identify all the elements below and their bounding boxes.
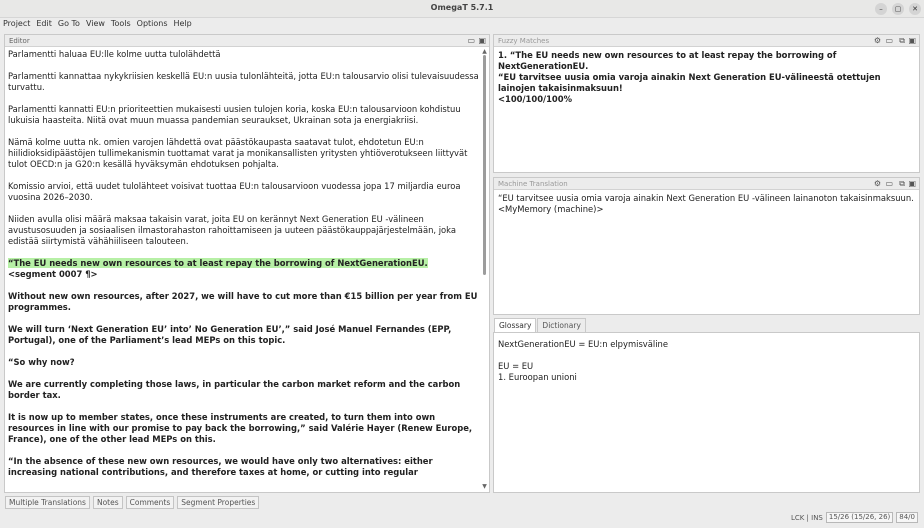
active-segment-source[interactable]: “The EU needs new own resources to at le… — [8, 258, 428, 268]
char-count-status: 84/0 — [896, 512, 918, 523]
tab-dictionary[interactable]: Dictionary — [537, 318, 586, 332]
mt-title: Machine Translation — [498, 180, 568, 188]
gear-icon[interactable]: ⚙ — [874, 36, 881, 46]
menu-goto[interactable]: Go To — [58, 18, 80, 30]
mt-provider: <MyMemory (machine)> — [498, 204, 604, 214]
maximize-icon[interactable]: ▢ — [892, 3, 904, 15]
tab-segment-properties[interactable]: Segment Properties — [177, 496, 260, 509]
editor-paragraph[interactable]: “In the absence of these new own resourc… — [8, 456, 479, 478]
scroll-thumb[interactable] — [483, 55, 486, 275]
glossary-entry: EU = EU — [498, 361, 534, 371]
editor-paragraph[interactable]: It is now up to member states, once thes… — [8, 412, 479, 445]
glossary-pane: NextGenerationEU = EU:n elpymisväline EU… — [493, 332, 920, 493]
editor-paragraph[interactable]: Komissio arvioi, että uudet tulolähteet … — [8, 181, 479, 203]
fuzzy-matches-pane: Fuzzy Matches ⚙ ▭ ⧉ ▣ 1. “The EU needs n… — [493, 34, 920, 173]
maximize-pane-icon[interactable]: ▣ — [478, 36, 486, 46]
progress-status: 15/26 (15/26, 26) — [825, 512, 894, 523]
menu-bar: Project Edit Go To View Tools Options He… — [0, 18, 924, 30]
glossary-tabs: Glossary Dictionary — [494, 318, 587, 332]
editor-title: Editor — [9, 37, 30, 45]
active-segment[interactable]: “The EU needs new own resources to at le… — [8, 258, 479, 280]
tab-notes[interactable]: Notes — [92, 496, 123, 509]
minimize-pane-icon[interactable]: ▭ — [467, 36, 475, 46]
editor-pane: Editor ▭ ▣ Parlamentti haluaa EU:lle kol… — [4, 34, 490, 493]
editor-header: Editor ▭ ▣ — [5, 35, 489, 47]
lock-insert-status: LCK | INS — [790, 513, 823, 522]
editor-paragraph[interactable]: We are currently completing those laws, … — [8, 379, 479, 401]
machine-translation-pane: Machine Translation ⚙ ▭ ⧉ ▣ “EU tarvitse… — [493, 177, 920, 315]
menu-view[interactable]: View — [86, 18, 105, 30]
undock-icon[interactable]: ⧉ — [899, 36, 905, 46]
editor-paragraph[interactable]: Parlamentti haluaa EU:lle kolme uutta tu… — [8, 49, 479, 60]
tab-comments[interactable]: Comments — [125, 496, 175, 509]
menu-options[interactable]: Options — [137, 18, 168, 30]
fuzzy-content[interactable]: 1. “The EU needs new own resources to at… — [498, 50, 915, 105]
minimize-icon[interactable]: – — [875, 3, 887, 15]
menu-help[interactable]: Help — [174, 18, 192, 30]
dock-icon[interactable]: ▭ — [885, 179, 893, 189]
editor-paragraph[interactable]: Parlamentti kannattaa nykykriisien keske… — [8, 71, 479, 93]
editor-paragraph[interactable]: We will turn ‘Next Generation EU’ into’ … — [8, 324, 479, 346]
fuzzy-source: 1. “The EU needs new own resources to at… — [498, 50, 837, 71]
glossary-content[interactable]: NextGenerationEU = EU:n elpymisväline EU… — [498, 339, 915, 383]
title-bar: OmegaT 5.7.1 – ▢ ✕ — [0, 0, 924, 18]
editor-content[interactable]: Parlamentti haluaa EU:lle kolme uutta tu… — [8, 49, 479, 492]
glossary-entry: NextGenerationEU = EU:n elpymisväline — [498, 339, 669, 349]
mt-header: Machine Translation ⚙ ▭ ⧉ ▣ — [494, 178, 919, 190]
tab-multiple-translations[interactable]: Multiple Translations — [5, 496, 90, 509]
glossary-entry: 1. Euroopan unioni — [498, 372, 577, 382]
fuzzy-target: “EU tarvitsee uusia omia varoja ainakin … — [498, 72, 881, 93]
editor-paragraph[interactable]: Nämä kolme uutta nk. omien varojen lähde… — [8, 137, 479, 170]
editor-scrollbar[interactable]: ▲ ▼ — [481, 49, 488, 490]
segment-marker: <segment 0007 ¶> — [8, 269, 98, 279]
fuzzy-title: Fuzzy Matches — [498, 37, 550, 45]
fuzzy-score: <100/100/100% — [498, 94, 572, 104]
editor-paragraph[interactable]: Parlamentti kannatti EU:n prioriteettien… — [8, 104, 479, 126]
menu-edit[interactable]: Edit — [36, 18, 52, 30]
status-bar: LCK | INS 15/26 (15/26, 26) 84/0 — [791, 512, 918, 523]
undock-icon[interactable]: ⧉ — [899, 179, 905, 189]
mt-content[interactable]: “EU tarvitsee uusia omia varoja ainakin … — [498, 193, 915, 215]
menu-project[interactable]: Project — [3, 18, 30, 30]
gear-icon[interactable]: ⚙ — [874, 179, 881, 189]
bottom-tabs: Multiple Translations Notes Comments Seg… — [5, 496, 262, 509]
tab-glossary[interactable]: Glossary — [494, 318, 537, 332]
fuzzy-header: Fuzzy Matches ⚙ ▭ ⧉ ▣ — [494, 35, 919, 47]
close-icon[interactable]: ✕ — [909, 3, 921, 15]
editor-paragraph[interactable]: Without new own resources, after 2027, w… — [8, 291, 479, 313]
scroll-down-icon[interactable]: ▼ — [481, 484, 488, 490]
maximize-pane-icon[interactable]: ▣ — [908, 36, 916, 46]
menu-tools[interactable]: Tools — [111, 18, 131, 30]
mt-translation: “EU tarvitsee uusia omia varoja ainakin … — [498, 193, 914, 203]
window-title: OmegaT 5.7.1 — [430, 3, 494, 12]
dock-icon[interactable]: ▭ — [885, 36, 893, 46]
editor-paragraph[interactable]: Niiden avulla olisi määrä maksaa takaisi… — [8, 214, 479, 247]
maximize-pane-icon[interactable]: ▣ — [908, 179, 916, 189]
omegat-window: OmegaT 5.7.1 – ▢ ✕ Project Edit Go To Vi… — [0, 0, 924, 528]
editor-paragraph[interactable]: “So why now? — [8, 357, 479, 368]
